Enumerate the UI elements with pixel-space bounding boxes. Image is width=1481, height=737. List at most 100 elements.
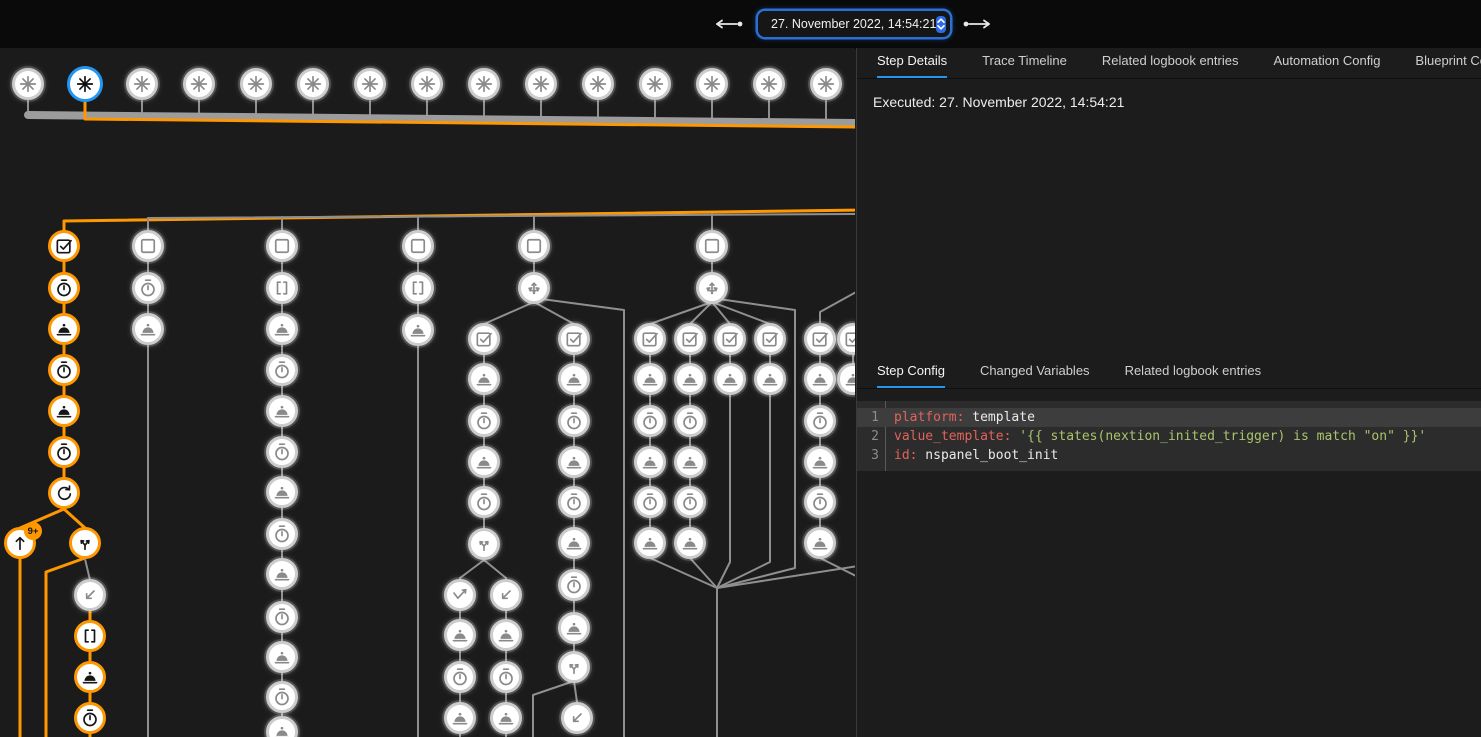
tab-step-details[interactable]: Step Details <box>877 53 947 78</box>
node-timer[interactable] <box>266 601 298 633</box>
node-bell[interactable] <box>48 395 80 427</box>
node-brackets[interactable] <box>266 272 298 304</box>
node-checkbox-marked[interactable] <box>754 323 786 355</box>
node-timer[interactable] <box>634 486 666 518</box>
node-bell[interactable] <box>402 314 434 346</box>
node-asterisk[interactable] <box>126 68 158 100</box>
node-asterisk[interactable] <box>639 68 671 100</box>
node-timer[interactable] <box>444 661 476 693</box>
node-timer[interactable] <box>74 702 106 734</box>
node-bell[interactable] <box>674 446 706 478</box>
tab-trace-timeline[interactable]: Trace Timeline <box>982 53 1067 78</box>
node-timer[interactable] <box>266 681 298 713</box>
node-checkbox-marked[interactable] <box>468 323 500 355</box>
node-arrow-bottom-left[interactable] <box>74 579 106 611</box>
node-timer[interactable] <box>558 405 590 437</box>
node-checkbox-marked[interactable] <box>48 230 80 262</box>
node-asterisk[interactable] <box>411 68 443 100</box>
node-split[interactable] <box>558 651 590 683</box>
node-bell[interactable] <box>558 527 590 559</box>
node-bell[interactable] <box>266 641 298 673</box>
node-checkbox-blank[interactable] <box>696 230 728 262</box>
node-asterisk[interactable] <box>468 68 500 100</box>
node-checkbox-blank[interactable] <box>266 230 298 262</box>
node-choose[interactable] <box>518 272 550 304</box>
node-bell[interactable] <box>558 446 590 478</box>
node-checkbox-blank[interactable] <box>402 230 434 262</box>
node-asterisk[interactable] <box>67 66 103 102</box>
node-refresh[interactable] <box>48 477 80 509</box>
node-asterisk[interactable] <box>525 68 557 100</box>
node-bell[interactable] <box>634 527 666 559</box>
node-bell[interactable] <box>558 363 590 395</box>
node-timer[interactable] <box>132 272 164 304</box>
node-asterisk[interactable] <box>12 68 44 100</box>
node-bell[interactable] <box>634 363 666 395</box>
node-bell[interactable] <box>444 619 476 651</box>
node-bell[interactable] <box>444 702 476 734</box>
node-checkbox-marked[interactable] <box>804 323 836 355</box>
node-bell[interactable] <box>48 313 80 345</box>
node-bell[interactable] <box>804 446 836 478</box>
node-bell[interactable] <box>674 363 706 395</box>
node-asterisk[interactable] <box>753 68 785 100</box>
trace-run-select[interactable]: 27. November 2022, 14:54:21 <box>758 11 950 37</box>
node-timer[interactable] <box>804 486 836 518</box>
node-bell[interactable] <box>804 363 836 395</box>
node-timer[interactable] <box>266 518 298 550</box>
node-timer[interactable] <box>468 405 500 437</box>
node-timer[interactable] <box>490 661 522 693</box>
tab-blueprint-config[interactable]: Blueprint Config <box>1415 53 1481 78</box>
node-timer[interactable] <box>558 569 590 601</box>
node-bell[interactable] <box>634 446 666 478</box>
node-asterisk[interactable] <box>354 68 386 100</box>
tab-changed-variables[interactable]: Changed Variables <box>980 363 1090 388</box>
node-checkbox-marked[interactable] <box>714 323 746 355</box>
next-trace-button[interactable] <box>958 14 996 34</box>
tab-related-logbook-entries[interactable]: Related logbook entries <box>1102 53 1239 78</box>
node-timer[interactable] <box>48 272 80 304</box>
node-bell[interactable] <box>468 446 500 478</box>
node-bell[interactable] <box>558 612 590 644</box>
node-bell[interactable] <box>266 313 298 345</box>
node-bell[interactable] <box>74 661 106 693</box>
node-arrow-up[interactable]: 9+ <box>4 527 36 559</box>
node-bell[interactable] <box>804 527 836 559</box>
node-asterisk[interactable] <box>810 68 842 100</box>
node-bell[interactable] <box>490 702 522 734</box>
node-brackets[interactable] <box>402 272 434 304</box>
node-brackets[interactable] <box>74 620 106 652</box>
node-checkbox-marked[interactable] <box>634 323 666 355</box>
node-split[interactable] <box>468 528 500 560</box>
node-bell[interactable] <box>266 558 298 590</box>
node-timer[interactable] <box>266 354 298 386</box>
tab-step-config[interactable]: Step Config <box>877 363 945 388</box>
node-bell[interactable] <box>266 476 298 508</box>
node-asterisk[interactable] <box>297 68 329 100</box>
node-bell[interactable] <box>490 619 522 651</box>
node-arrow-bottom-left[interactable] <box>561 702 593 734</box>
node-timer[interactable] <box>266 436 298 468</box>
node-asterisk[interactable] <box>240 68 272 100</box>
node-bell[interactable] <box>132 313 164 345</box>
tab-related-logbook-entries[interactable]: Related logbook entries <box>1125 363 1262 388</box>
node-bell[interactable] <box>674 527 706 559</box>
node-checkbox-blank[interactable] <box>518 230 550 262</box>
node-bell[interactable] <box>266 395 298 427</box>
node-bell[interactable] <box>754 363 786 395</box>
node-timer[interactable] <box>634 405 666 437</box>
previous-trace-button[interactable] <box>710 14 748 34</box>
node-timer[interactable] <box>48 436 80 468</box>
node-asterisk[interactable] <box>582 68 614 100</box>
node-timer[interactable] <box>674 405 706 437</box>
node-asterisk[interactable] <box>696 68 728 100</box>
node-arrow-bottom-left[interactable] <box>490 579 522 611</box>
node-checkbox-marked[interactable] <box>674 323 706 355</box>
node-bell[interactable] <box>714 363 746 395</box>
node-asterisk[interactable] <box>183 68 215 100</box>
node-timer[interactable] <box>674 486 706 518</box>
node-timer[interactable] <box>48 354 80 386</box>
node-split[interactable] <box>69 527 101 559</box>
node-timer[interactable] <box>558 486 590 518</box>
node-checkbox-marked[interactable] <box>558 323 590 355</box>
